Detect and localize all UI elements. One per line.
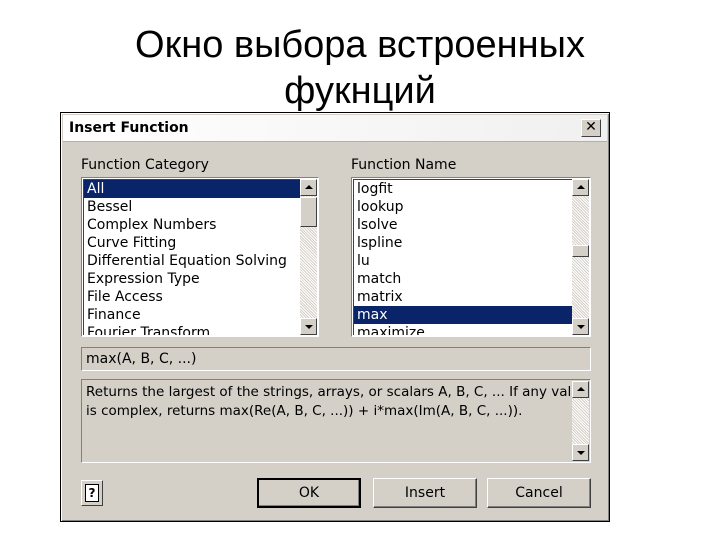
name-scrollbar[interactable] [572, 179, 589, 335]
description-box: Returns the largest of the strings, arra… [81, 379, 591, 463]
ok-button[interactable]: OK [257, 478, 361, 508]
arrow-down-icon [577, 451, 585, 455]
category-item[interactable]: Bessel [84, 198, 300, 216]
name-item[interactable]: lspline [354, 234, 572, 252]
category-item[interactable]: File Access [84, 288, 300, 306]
category-item[interactable]: All [84, 180, 300, 198]
category-item[interactable]: Finance [84, 306, 300, 324]
insert-function-dialog: Insert Function ✕ Function Category Func… [60, 112, 610, 522]
arrow-up-icon [577, 185, 585, 189]
help-icon: ? [85, 484, 99, 502]
function-category-list-items: All Bessel Complex Numbers Curve Fitting Dif… [83, 179, 300, 335]
arrow-down-icon [577, 325, 585, 329]
category-item[interactable]: Fourier Transform [84, 324, 300, 335]
slide-title-line-2: фукнций [284, 70, 436, 112]
function-name-list-items: logfit lookup lsolve lspline lu match matrix ma… [353, 179, 572, 335]
syntax-field: max(A, B, C, ...) [81, 347, 591, 371]
function-category-label: Function Category [81, 157, 209, 173]
category-scroll-up-button[interactable] [300, 179, 317, 196]
category-scroll-thumb[interactable] [300, 197, 317, 227]
cancel-button[interactable]: Cancel [487, 478, 591, 508]
name-scroll-down-button[interactable] [572, 318, 589, 335]
close-button[interactable]: ✕ [581, 119, 601, 137]
function-name-label: Function Name [351, 157, 457, 173]
name-item[interactable]: lu [354, 252, 572, 270]
name-item[interactable]: logfit [354, 180, 572, 198]
dialog-titlebar: Insert Function ✕ [63, 115, 607, 142]
arrow-down-icon [305, 325, 313, 329]
name-scroll-up-button[interactable] [572, 179, 589, 196]
category-item[interactable]: Curve Fitting [84, 234, 300, 252]
name-item[interactable]: lsolve [354, 216, 572, 234]
category-item[interactable]: Differential Equation Solving [84, 252, 300, 270]
name-scroll-thumb[interactable] [572, 245, 589, 257]
dialog-title: Insert Function [69, 120, 189, 136]
category-item[interactable]: Expression Type [84, 270, 300, 288]
slide-title-line-1: Окно выбора встроенных [135, 24, 585, 66]
description-scrollbar[interactable] [572, 381, 589, 461]
slide-title: Окно выбора встроенных фукнций [0, 22, 720, 114]
category-scrollbar[interactable] [300, 179, 317, 335]
description-scroll-down-button[interactable] [572, 444, 589, 461]
category-scroll-down-button[interactable] [300, 318, 317, 335]
description-scroll-up-button[interactable] [572, 381, 589, 398]
function-name-list[interactable]: logfit lookup lsolve lspline lu match matrix ma… [351, 177, 591, 337]
name-item[interactable]: match [354, 270, 572, 288]
name-item[interactable]: max [354, 306, 572, 324]
arrow-up-icon [577, 387, 585, 391]
help-button[interactable]: ? [81, 480, 103, 506]
description-text: Returns the largest of the strings, arra… [86, 384, 589, 419]
name-item[interactable]: matrix [354, 288, 572, 306]
category-item[interactable]: Complex Numbers [84, 216, 300, 234]
syntax-text: max(A, B, C, ...) [86, 351, 197, 367]
name-item[interactable]: lookup [354, 198, 572, 216]
insert-button[interactable]: Insert [373, 478, 477, 508]
arrow-up-icon [305, 185, 313, 189]
function-category-list[interactable]: All Bessel Complex Numbers Curve Fitting Dif… [81, 177, 319, 337]
close-icon: ✕ [585, 119, 597, 135]
name-item[interactable]: maximize [354, 324, 572, 335]
